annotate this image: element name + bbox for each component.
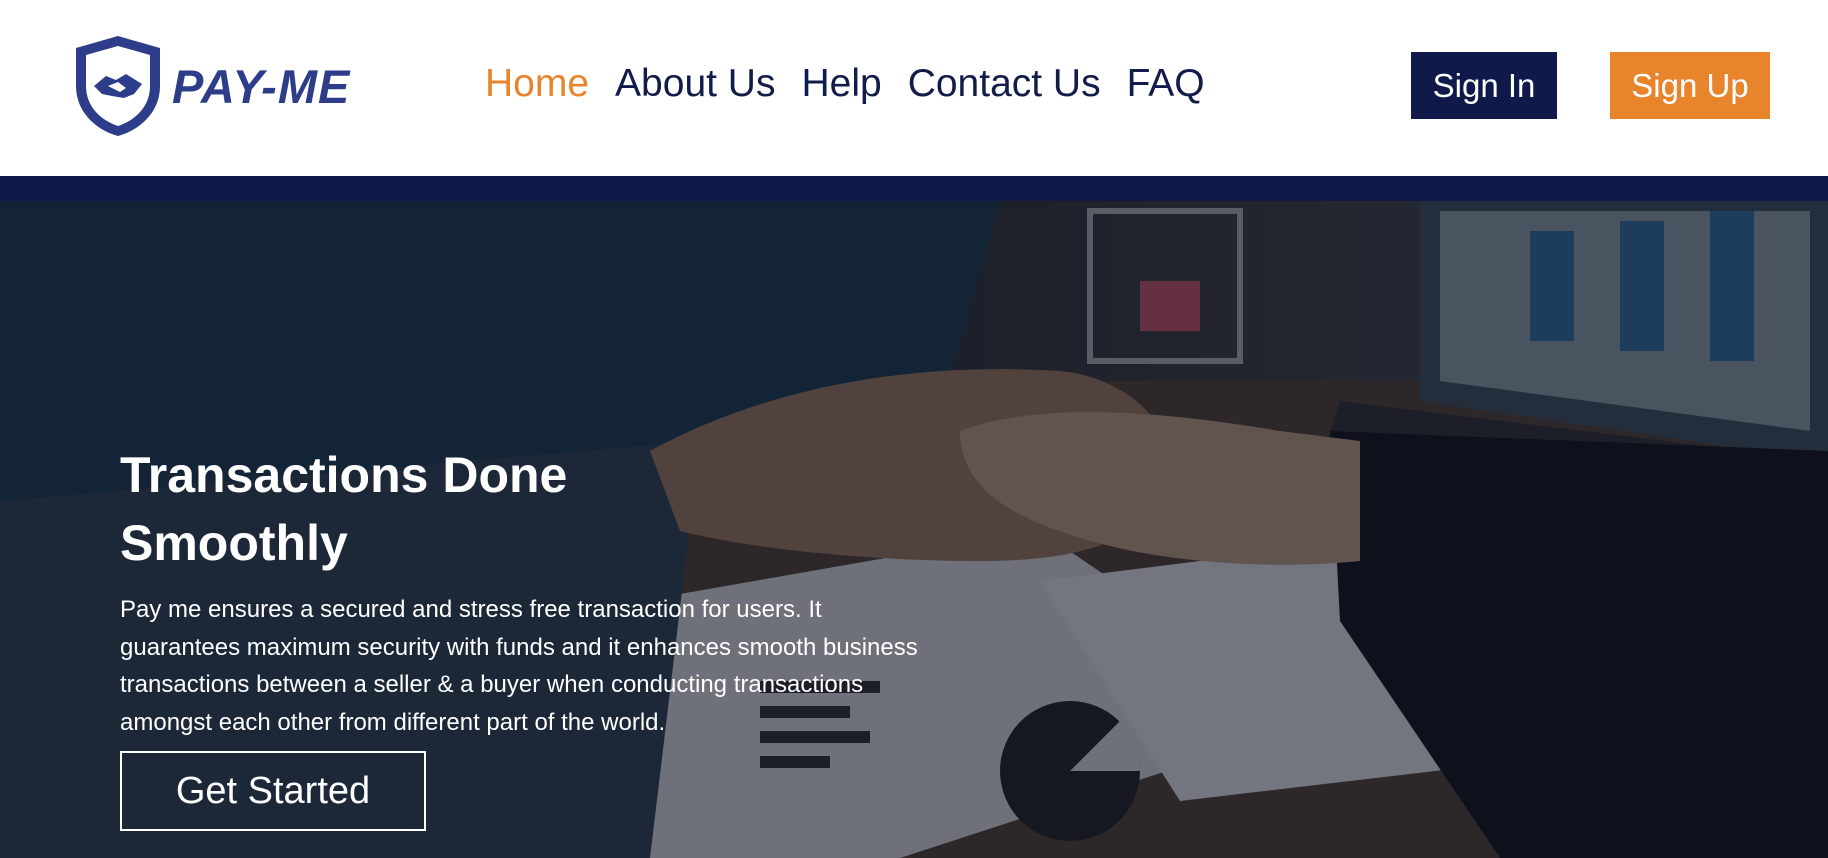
hero-description-line: amongst each other from different part o… [120,708,666,736]
hero-description-line: guarantees maximum security with funds a… [120,633,918,661]
nav-item-help[interactable]: Help [801,62,881,106]
nav-item-contact-us[interactable]: Contact Us [908,62,1101,106]
site-header: PAY-ME Home About Us Help Contact Us FAQ… [0,0,1828,176]
sign-in-button[interactable]: Sign In [1411,52,1557,119]
header-divider-strip [0,176,1828,201]
sign-up-button[interactable]: Sign Up [1610,52,1770,119]
hero-section: Transactions Done Smoothly Pay me ensure… [0,201,1828,858]
nav-item-faq[interactable]: FAQ [1127,62,1205,106]
nav-item-about-us[interactable]: About Us [615,62,775,106]
get-started-button[interactable]: Get Started [120,751,426,831]
hero-title-line-2: Smoothly [120,515,348,571]
brand-logo[interactable]: PAY-ME [72,34,352,138]
shield-handshake-icon [76,36,160,136]
brand-name: PAY-ME [172,59,351,113]
hero-title-line-1: Transactions Done [120,447,568,503]
hero-title: Transactions Done Smoothly [120,441,720,577]
hero-description-line: transactions between a seller & a buyer … [120,671,864,698]
hero-description-line: Pay me ensures a secured and stress free… [120,596,822,623]
main-nav: Home About Us Help Contact Us FAQ [485,56,1231,112]
hero-description: Pay me ensures a secured and stress free… [120,591,1020,741]
nav-item-home[interactable]: Home [485,62,589,106]
